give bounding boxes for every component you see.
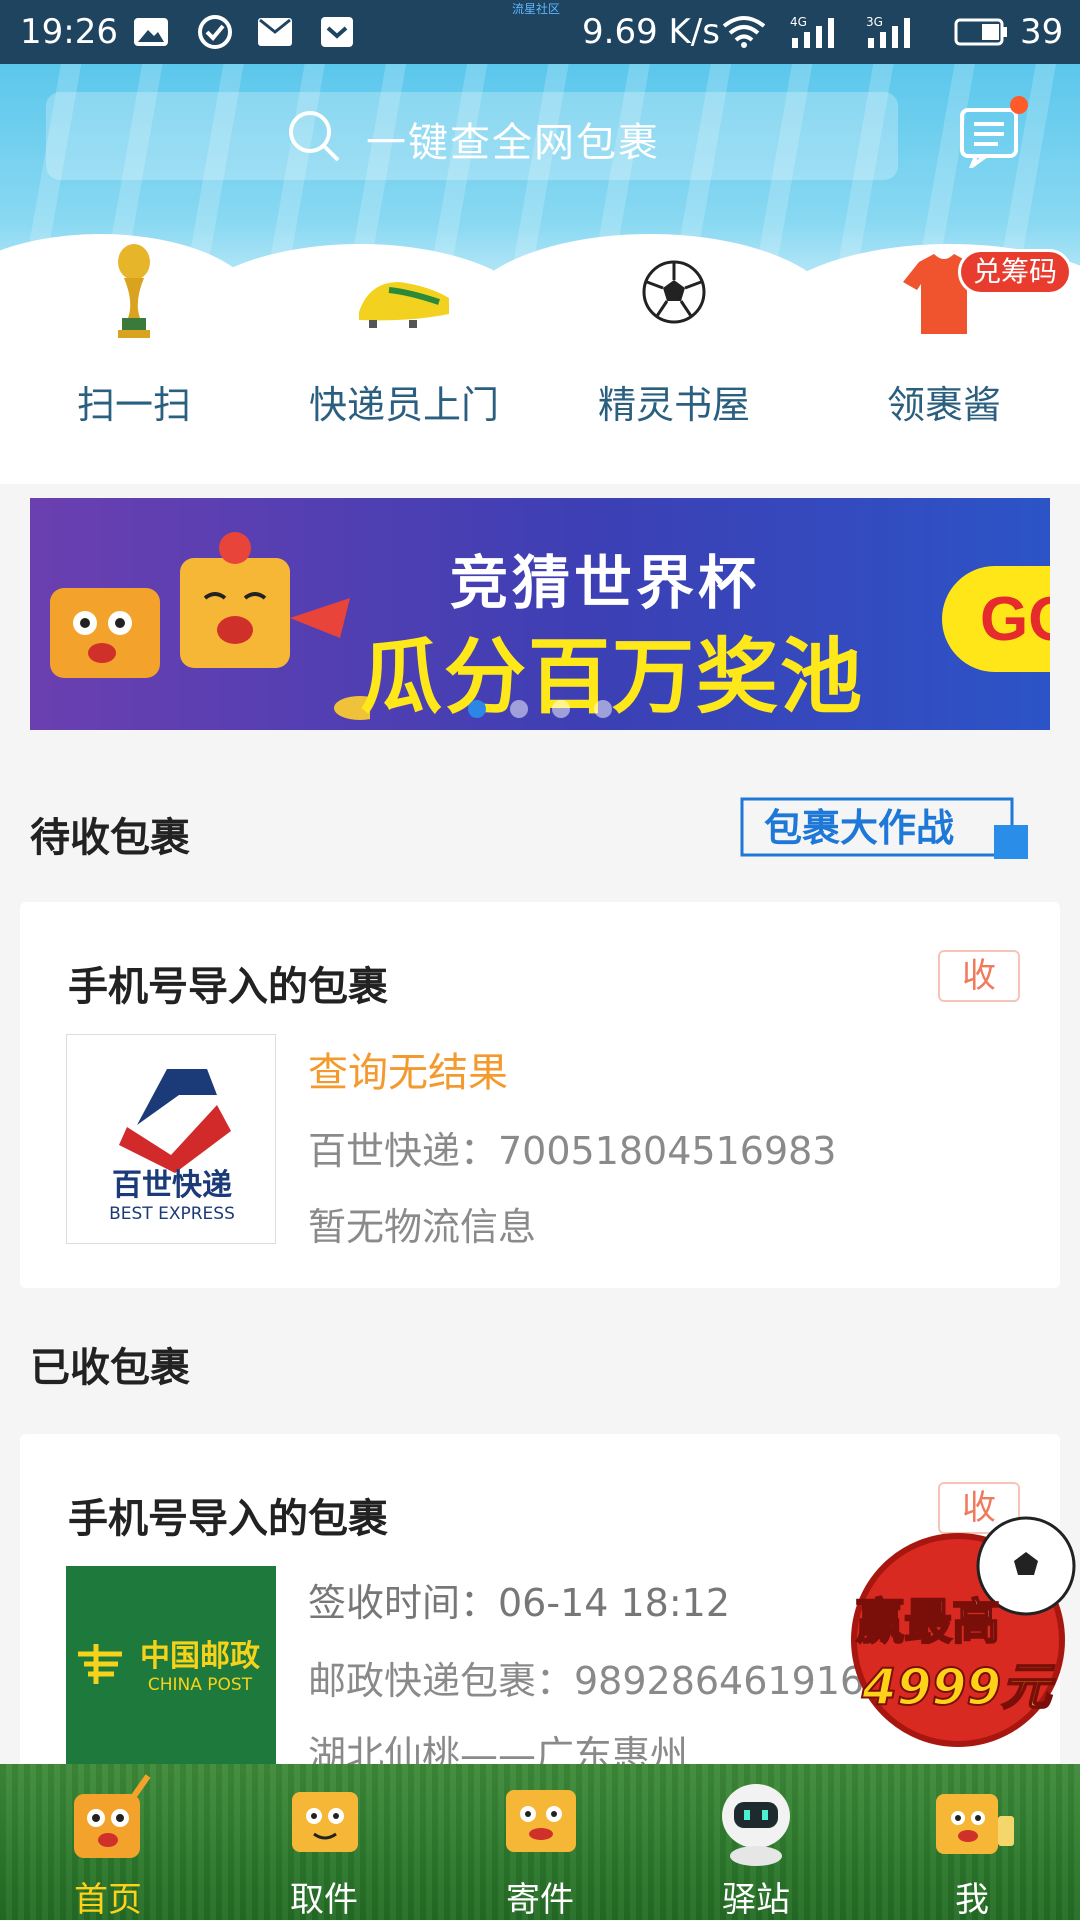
courier-logo-best-express: 百世快递 BEST EXPRESS: [66, 1034, 276, 1244]
banner-go-button[interactable]: GO: [942, 566, 1050, 672]
mail-icon: [258, 18, 292, 46]
courier-logo-china-post: 中国邮政 CHINA POST: [66, 1566, 276, 1776]
search-placeholder: 一键查全网包裹: [366, 120, 660, 166]
best-express-logo-cn: 百世快递: [112, 1168, 232, 1203]
trophy-icon: [118, 244, 150, 338]
station-robot-icon: [722, 1784, 790, 1866]
carousel-dots: [30, 700, 1050, 720]
quick-action-label: 扫一扫: [76, 383, 191, 427]
banner-title: 竞猜世界杯: [450, 549, 761, 617]
redeem-badge[interactable]: 兑筹码: [958, 249, 1072, 295]
signal-3g-label: 3G: [866, 15, 883, 29]
me-mascot-icon: [936, 1794, 1014, 1854]
status-bar: 19:26 流星社区 9.69 K/s 4G 3G 39: [0, 0, 1080, 64]
carousel-dot-2[interactable]: [510, 700, 528, 718]
best-express-logo-icon: 百世快递 BEST EXPRESS: [109, 1069, 235, 1224]
battery-level: 39: [1020, 12, 1064, 52]
pending-section-title: 待收包裹: [30, 815, 190, 861]
china-post-logo-icon: 中国邮政 CHINA POST: [78, 1639, 260, 1695]
nav-label: 取件: [290, 1880, 358, 1920]
promo-line1: 赢最高: [856, 1594, 1000, 1650]
quick-action-label: 快递员上门: [308, 383, 499, 427]
signal-4g-icon: 4G: [790, 15, 834, 48]
nav-station[interactable]: 驿站: [648, 1764, 864, 1920]
battery-icon: [954, 18, 1007, 46]
hero-header: 一键查全网包裹 扫一扫 快递员上门 精灵书屋 领裹酱 兑筹码: [0, 64, 1080, 484]
signal-4g-label: 4G: [790, 15, 807, 29]
promo-banner[interactable]: 竞猜世界杯 瓜分百万奖池 GO: [30, 498, 1050, 730]
home-mascot-icon: [74, 1774, 151, 1858]
card-title: 手机号导入的包裹: [68, 964, 388, 1010]
mascot-illustration: [50, 532, 370, 720]
carousel-dot-3[interactable]: [552, 700, 570, 718]
card-title: 手机号导入的包裹: [68, 1496, 388, 1542]
status-time: 19:26: [20, 12, 118, 52]
pickup-mascot-icon: [292, 1792, 358, 1852]
bottom-navigation: 首页 取件 寄件 驿站 我: [0, 1764, 1080, 1920]
collect-button[interactable]: 收: [938, 950, 1020, 1002]
tracking-number: 百世快递：70051804516983: [308, 1129, 837, 1173]
quick-action-scan[interactable]: 扫一扫: [34, 242, 234, 429]
received-section-title: 已收包裹: [30, 1345, 190, 1391]
china-post-logo-cn: 中国邮政: [140, 1639, 260, 1674]
parcel-battle-graphic: 包裹大作战: [740, 797, 1028, 859]
shield-icon: [321, 17, 353, 47]
tracking-number: 邮政快递包裹：9892864619163: [308, 1659, 889, 1703]
pending-parcel-card[interactable]: 手机号导入的包裹 收 百世快递 BEST EXPRESS 查询无结果 百世快递：…: [20, 902, 1060, 1288]
send-mascot-icon: [506, 1790, 576, 1852]
network-speed: 9.69 K/s: [582, 12, 720, 52]
nav-label: 寄件: [506, 1880, 574, 1920]
query-status: 查询无结果: [308, 1050, 508, 1096]
china-post-logo-en: CHINA POST: [148, 1675, 253, 1695]
promo-line2: 4999元: [861, 1658, 1056, 1716]
notification-dot: [1010, 96, 1028, 114]
soccer-shoe-icon: [359, 282, 449, 328]
nav-me[interactable]: 我: [864, 1764, 1080, 1920]
search-input[interactable]: 一键查全网包裹: [46, 92, 898, 180]
search-icon: [289, 111, 340, 162]
logistics-detail: 暂无物流信息: [308, 1205, 537, 1249]
nav-send[interactable]: 寄件: [432, 1764, 648, 1920]
go-label: GO: [980, 585, 1050, 654]
signed-time: 签收时间：06-14 18:12: [308, 1581, 731, 1625]
nav-label: 我: [955, 1880, 989, 1920]
quick-action-label: 精灵书屋: [597, 383, 750, 427]
nav-home[interactable]: 首页: [0, 1764, 216, 1920]
quick-action-courier[interactable]: 快递员上门: [304, 242, 504, 429]
parcel-battle-text: 包裹大作战: [764, 806, 954, 850]
check-circle-icon: [198, 15, 232, 49]
carousel-dot-4[interactable]: [594, 700, 612, 718]
carrier-label: 流星社区: [512, 2, 561, 16]
quick-action-label: 领裹酱: [886, 383, 1001, 427]
image-notification-icon: [134, 18, 168, 46]
promo-badge-graphic: 赢最高 4999元: [851, 1516, 1076, 1747]
quick-action-bookstore[interactable]: 精灵书屋: [574, 242, 774, 429]
nav-pickup[interactable]: 取件: [216, 1764, 432, 1920]
carousel-dot-1[interactable]: [468, 700, 486, 718]
floating-promo-button[interactable]: 赢最高 4999元: [838, 1508, 1080, 1750]
soccer-ball-icon: [642, 260, 706, 324]
message-list-icon[interactable]: [958, 104, 1022, 168]
nav-label: 驿站: [722, 1880, 790, 1920]
best-express-logo-en: BEST EXPRESS: [109, 1204, 235, 1224]
parcel-battle-logo[interactable]: 包裹大作战: [740, 795, 1040, 867]
nav-label: 首页: [74, 1880, 142, 1920]
signal-3g-icon: 3G: [866, 15, 910, 48]
wifi-icon: [722, 16, 766, 48]
